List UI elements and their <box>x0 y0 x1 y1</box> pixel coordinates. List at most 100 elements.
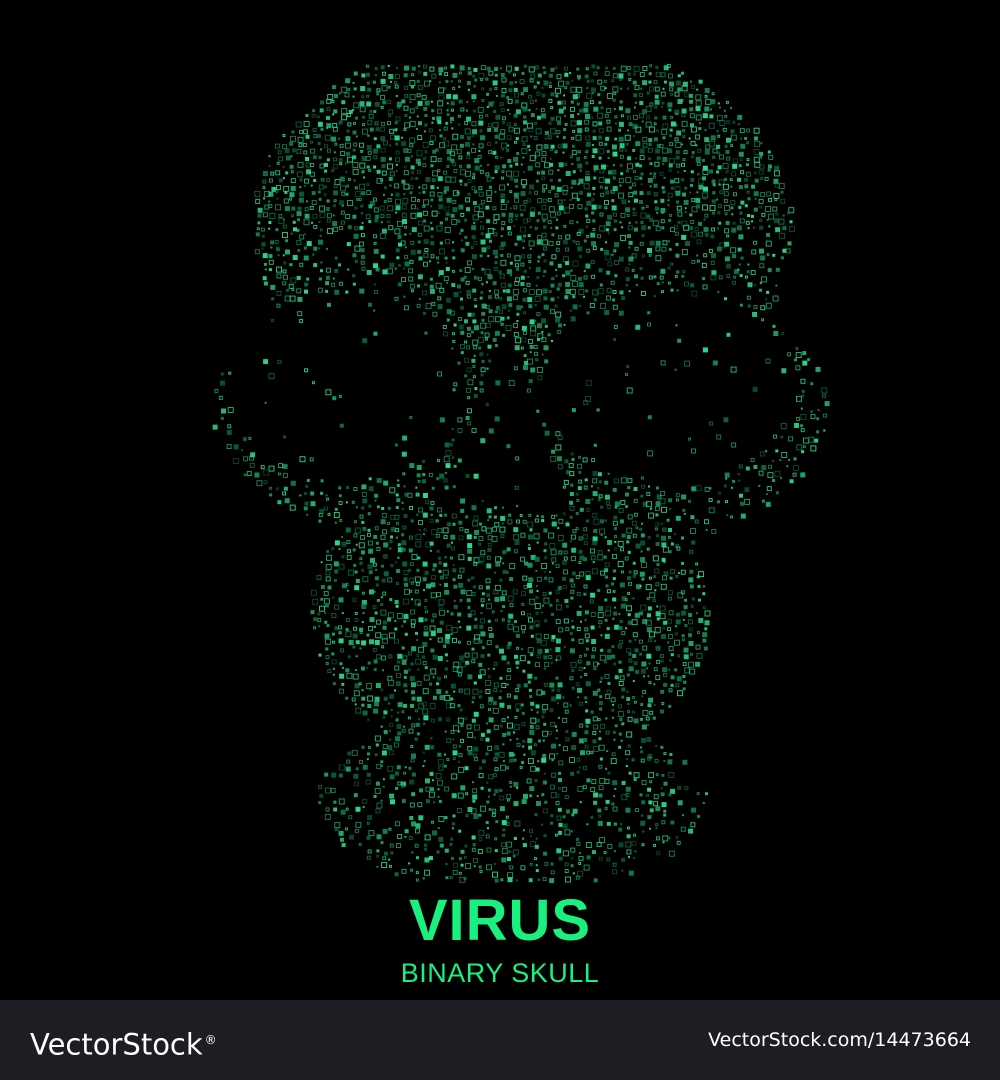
binary-particle <box>718 221 722 225</box>
binary-particle <box>627 716 633 722</box>
binary-particle <box>500 254 504 257</box>
binary-particle <box>547 135 552 140</box>
binary-particle <box>647 675 650 678</box>
binary-particle <box>730 185 733 188</box>
binary-particle <box>494 416 500 422</box>
binary-particle <box>551 743 556 749</box>
binary-particle <box>641 254 645 258</box>
binary-particle <box>414 599 421 606</box>
binary-particle <box>599 283 603 287</box>
binary-particle <box>388 74 394 79</box>
binary-particle <box>317 142 321 145</box>
binary-particle <box>478 186 483 191</box>
binary-particle <box>403 675 407 679</box>
binary-particle <box>543 345 549 351</box>
binary-particle <box>576 86 583 93</box>
binary-particle <box>423 625 428 630</box>
binary-particle <box>473 240 478 245</box>
binary-particle <box>424 869 431 876</box>
binary-particle <box>479 522 483 526</box>
binary-particle <box>444 816 448 820</box>
binary-particle <box>746 295 751 300</box>
binary-particle <box>323 598 330 605</box>
binary-particle <box>430 156 437 163</box>
binary-particle <box>509 785 512 788</box>
binary-particle <box>373 155 378 160</box>
binary-particle <box>583 737 588 742</box>
binary-particle <box>513 123 517 127</box>
binary-particle <box>411 821 417 827</box>
binary-particle <box>766 290 770 294</box>
binary-particle <box>507 668 512 673</box>
binary-particle <box>465 473 470 478</box>
binary-particle <box>745 171 751 177</box>
binary-particle <box>338 773 343 778</box>
binary-particle <box>436 477 440 481</box>
binary-particle <box>480 65 486 71</box>
binary-particle <box>494 261 498 265</box>
binary-particle <box>684 211 687 214</box>
binary-particle <box>607 214 613 220</box>
binary-particle <box>562 136 566 140</box>
binary-particle <box>723 191 729 197</box>
binary-particle <box>457 704 461 708</box>
binary-particle <box>424 248 429 252</box>
binary-particle <box>494 190 497 193</box>
binary-particle <box>528 66 535 73</box>
binary-particle <box>387 521 391 525</box>
binary-particle <box>360 86 366 92</box>
binary-particle <box>380 94 385 100</box>
binary-particle <box>411 623 416 628</box>
binary-particle <box>688 627 693 632</box>
binary-particle <box>576 102 580 106</box>
binary-particle <box>415 492 420 497</box>
binary-particle <box>521 611 525 616</box>
binary-particle <box>339 688 344 694</box>
binary-particle <box>366 183 370 187</box>
binary-particle <box>621 857 626 862</box>
binary-particle <box>606 689 612 695</box>
binary-particle <box>542 739 545 742</box>
binary-particle <box>458 766 465 773</box>
binary-particle <box>425 786 431 792</box>
binary-particle <box>375 683 381 688</box>
binary-particle <box>704 88 710 93</box>
binary-particle <box>446 543 451 548</box>
binary-particle <box>542 592 547 597</box>
binary-particle <box>285 239 289 243</box>
binary-particle <box>534 296 541 302</box>
binary-particle <box>650 507 652 510</box>
binary-particle <box>494 289 499 295</box>
binary-particle <box>585 150 589 154</box>
binary-particle <box>372 647 377 652</box>
binary-particle <box>288 283 294 289</box>
binary-particle <box>785 248 791 254</box>
binary-particle <box>710 135 716 141</box>
binary-particle <box>661 702 665 705</box>
binary-particle <box>585 575 591 581</box>
binary-particle <box>501 88 507 93</box>
binary-particle <box>562 717 568 723</box>
binary-particle <box>403 128 407 131</box>
binary-particle <box>535 767 540 772</box>
binary-particle <box>408 535 413 540</box>
binary-particle <box>478 72 485 79</box>
binary-particle <box>515 660 520 665</box>
binary-particle <box>600 723 606 729</box>
binary-particle <box>340 648 345 653</box>
binary-particle <box>367 661 371 665</box>
binary-particle <box>578 282 584 288</box>
binary-particle <box>527 276 530 278</box>
binary-particle <box>463 855 467 859</box>
binary-particle <box>368 220 372 224</box>
binary-particle <box>580 750 585 756</box>
binary-particle <box>494 745 500 751</box>
binary-particle <box>759 219 763 223</box>
binary-particle <box>564 709 569 714</box>
binary-particle <box>598 480 602 484</box>
binary-particle <box>667 535 671 539</box>
binary-particle <box>582 457 588 463</box>
binary-particle <box>585 289 589 293</box>
binary-particle <box>306 277 310 281</box>
binary-particle <box>704 627 708 631</box>
